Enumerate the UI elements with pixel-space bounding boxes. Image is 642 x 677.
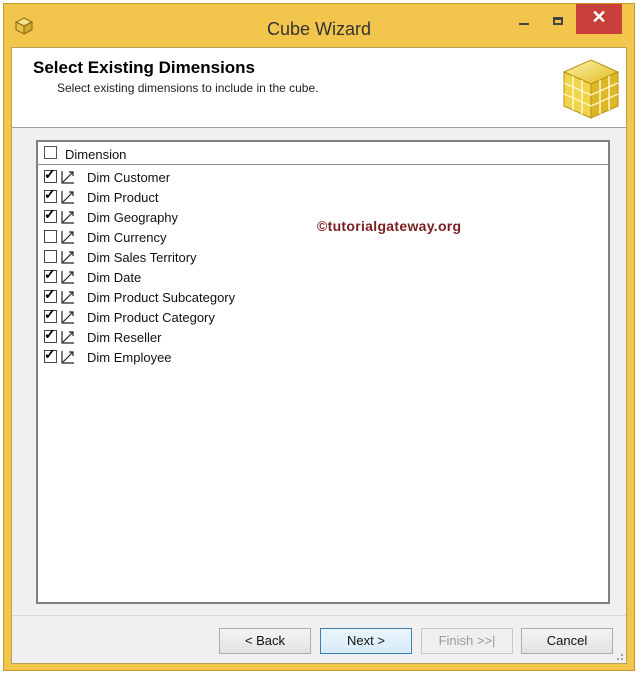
dimension-checkbox[interactable]: ✓: [44, 286, 57, 303]
select-all-checkbox[interactable]: [44, 146, 57, 159]
dimension-checkbox[interactable]: [44, 250, 57, 263]
dimension-label: Dim Employee: [87, 350, 172, 365]
check-icon: ✓: [44, 186, 56, 202]
dimension-icon: [61, 251, 74, 264]
dimension-icon: [61, 231, 74, 244]
dimension-row[interactable]: ✓ Dim Reseller: [38, 327, 608, 347]
dimension-icon: [61, 311, 74, 324]
dimension-label: Dim Date: [87, 270, 142, 285]
dimension-checkbox[interactable]: ✓: [44, 166, 57, 183]
dimension-checkbox[interactable]: [44, 230, 57, 243]
dimension-row[interactable]: ✓ Dim Product Subcategory: [38, 287, 608, 307]
dimension-icon: [61, 191, 74, 204]
dimension-icon: [61, 211, 74, 224]
column-header-dimension[interactable]: Dimension: [65, 147, 126, 162]
dimension-icon: [61, 171, 74, 184]
check-icon: ✓: [44, 306, 56, 322]
wizard-header: Select Existing Dimensions Select existi…: [12, 48, 626, 128]
title-bar[interactable]: Cube Wizard ✕: [4, 4, 634, 46]
dimension-checkbox[interactable]: ✓: [44, 266, 57, 283]
dimension-icon: [61, 271, 74, 284]
close-icon: ✕: [591, 7, 607, 27]
dimension-label: Dim Geography: [87, 210, 179, 225]
dimension-label: Dim Customer: [87, 170, 171, 185]
grid-header: Dimension: [38, 142, 608, 165]
check-icon: ✓: [44, 286, 56, 302]
dimension-label: Dim Reseller: [87, 330, 162, 345]
finish-button[interactable]: Finish >>|: [421, 628, 513, 654]
check-icon: ✓: [44, 166, 56, 182]
dimension-label: Dim Product: [87, 190, 159, 205]
cube-grid-icon: [562, 59, 620, 119]
cancel-button[interactable]: Cancel: [521, 628, 613, 654]
dimension-row[interactable]: ✓ Dim Date: [38, 267, 608, 287]
minimize-icon: [519, 23, 529, 25]
dimension-row[interactable]: ✓ Dim Product: [38, 187, 608, 207]
dimension-list: ✓ Dim Customer ✓ Dim Product ✓ Dim Geogr…: [38, 167, 608, 367]
wizard-client-area: Select Existing Dimensions Select existi…: [11, 47, 627, 664]
dimension-checkbox[interactable]: ✓: [44, 186, 57, 203]
wizard-window: Cube Wizard ✕ Select Existing Dimensions…: [3, 3, 635, 671]
dimension-checkbox[interactable]: ✓: [44, 206, 57, 223]
page-subtitle: Select existing dimensions to include in…: [57, 81, 319, 95]
close-button[interactable]: ✕: [576, 4, 622, 34]
dimension-label: Dim Currency: [87, 230, 167, 245]
dimension-label: Dim Product Category: [87, 310, 215, 325]
dimension-row[interactable]: ✓ Dim Customer: [38, 167, 608, 187]
maximize-icon: [553, 17, 563, 25]
dimension-label: Dim Sales Territory: [87, 250, 197, 265]
dimension-row[interactable]: ✓ Dim Product Category: [38, 307, 608, 327]
dimension-icon: [61, 331, 74, 344]
dimensions-grid[interactable]: Dimension ✓ Dim Customer ✓ Dim Product ✓…: [36, 140, 610, 604]
dimension-label: Dim Product Subcategory: [87, 290, 236, 305]
resize-grip-icon[interactable]: [614, 651, 624, 661]
page-title: Select Existing Dimensions: [33, 58, 256, 77]
dimension-row[interactable]: Dim Sales Territory: [38, 247, 608, 267]
dimension-row[interactable]: ✓ Dim Employee: [38, 347, 608, 367]
dimension-checkbox[interactable]: ✓: [44, 346, 57, 363]
footer-divider: [12, 615, 626, 616]
check-icon: ✓: [44, 346, 56, 362]
check-icon: ✓: [44, 326, 56, 342]
minimize-button[interactable]: [510, 4, 538, 34]
window-title: Cube Wizard: [266, 19, 372, 39]
maximize-button[interactable]: [544, 4, 572, 34]
back-button[interactable]: < Back: [219, 628, 311, 654]
dimension-icon: [61, 291, 74, 304]
dimension-icon: [61, 351, 74, 364]
dimension-checkbox[interactable]: ✓: [44, 326, 57, 343]
dimension-checkbox[interactable]: ✓: [44, 306, 57, 323]
check-icon: ✓: [44, 206, 56, 222]
check-icon: ✓: [44, 266, 56, 282]
watermark-text: ©tutorialgateway.org: [317, 218, 462, 234]
next-button[interactable]: Next >: [320, 628, 412, 654]
